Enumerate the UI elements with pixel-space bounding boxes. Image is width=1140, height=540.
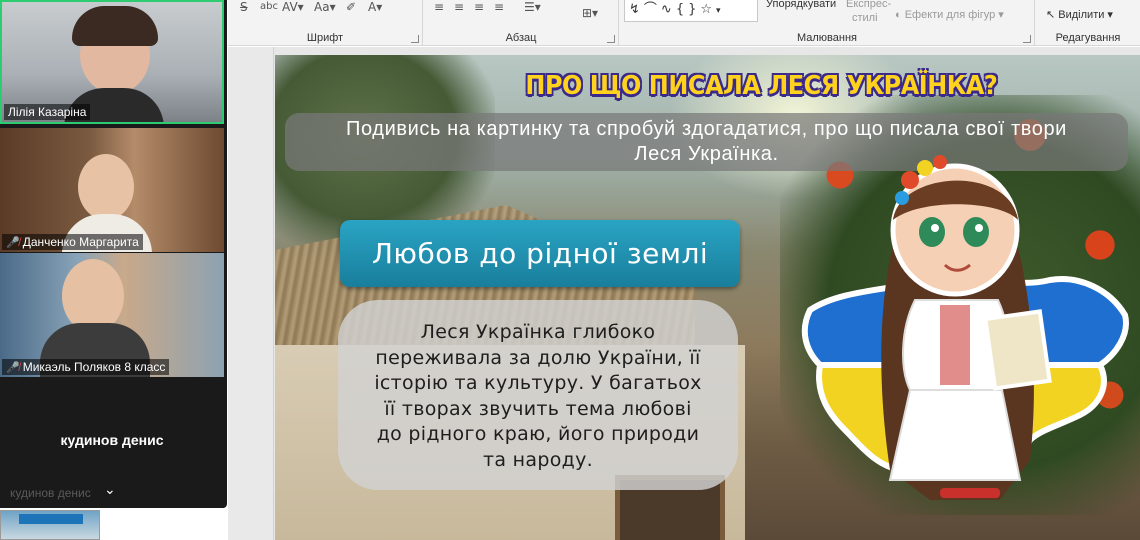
- clear-format-icon[interactable]: ✐: [346, 0, 356, 14]
- participant-face: [78, 154, 134, 220]
- description-line: історію та культуру. У багатьох: [374, 372, 702, 394]
- girl-with-ukraine-map-illustration[interactable]: [780, 140, 1140, 540]
- participant-face: [62, 259, 124, 333]
- ribbon: S̶ abc AV▾ Aa▾ ✐ A▾ Шрифт ≡ ≡ ≡ ≡ ☰▾ ⊞▾ …: [228, 0, 1140, 46]
- select-label: Виділити: [1058, 9, 1105, 21]
- participant-name-ghost: кудинов денис: [10, 486, 91, 500]
- arc-icon[interactable]: ⌒: [644, 2, 661, 17]
- arrange-button[interactable]: Упорядкувати: [766, 0, 836, 10]
- participant-name-bar: 🎤̸ Микаэль Поляков 8 класс: [2, 359, 170, 375]
- drawing-dialog-launcher-icon[interactable]: [1023, 35, 1031, 43]
- participant-hair: [72, 6, 158, 46]
- curve-icon[interactable]: ∿: [661, 2, 676, 17]
- chevron-down-icon[interactable]: ⌄: [104, 482, 116, 498]
- drawing-group-label: Малювання: [796, 32, 858, 44]
- paragraph-dialog-launcher-icon[interactable]: [607, 35, 615, 43]
- participant-tile[interactable]: 🎤̸ Микаэль Поляков 8 класс: [0, 253, 224, 377]
- quick-styles-label-2[interactable]: стилі: [852, 12, 878, 24]
- select-button[interactable]: ↖ Виділити ▾: [1046, 8, 1113, 21]
- participant-name-bar: 🎤̸ Данченко Маргарита: [2, 234, 143, 250]
- participant-name: Данченко Маргарита: [22, 235, 139, 249]
- description-textbox[interactable]: Леся Українка глибоко переживала за долю…: [338, 300, 738, 490]
- freeform-icon[interactable]: ↯: [629, 2, 644, 17]
- brace-right-icon[interactable]: }: [688, 2, 700, 17]
- shapes-gallery[interactable]: ↯⌒∿{}☆▾: [624, 0, 758, 22]
- char-spacing-icon[interactable]: AV▾: [282, 0, 304, 14]
- font-dialog-launcher-icon[interactable]: [411, 35, 419, 43]
- shape-effects-label: Ефекти для фігур: [904, 9, 996, 21]
- participant-name: кудинов денис: [60, 432, 164, 448]
- font-color-icon[interactable]: A▾: [368, 0, 382, 14]
- topic-textbox[interactable]: Любов до рідної землі: [340, 220, 740, 287]
- shape-effects-icon: ◐: [895, 9, 905, 21]
- participant-tile[interactable]: Лілія Казаріна: [0, 0, 224, 124]
- description-line: переживала за долю України, її: [375, 346, 701, 369]
- editing-group-label: Редагування: [1055, 32, 1121, 44]
- font-case-icon[interactable]: Aa▾: [314, 0, 336, 14]
- slide-thumbnail[interactable]: [0, 510, 100, 540]
- strikethrough-icon[interactable]: S̶: [240, 0, 248, 14]
- screen: S̶ abc AV▾ Aa▾ ✐ A▾ Шрифт ≡ ≡ ≡ ≡ ☰▾ ⊞▾ …: [0, 0, 1140, 540]
- editing-group: ↖ Виділити ▾ Редагування: [1036, 0, 1140, 46]
- slide[interactable]: ПРО ЩО ПИСАЛА ЛЕСЯ УКРАЇНКА? Подивись на…: [275, 55, 1140, 540]
- paragraph-group: ≡ ≡ ≡ ≡ ☰▾ ⊞▾ Абзац: [424, 0, 619, 46]
- mic-off-icon: 🎤̸: [6, 362, 20, 374]
- paragraph-group-label: Абзац: [505, 32, 537, 44]
- align-center-icon[interactable]: ≡: [454, 0, 464, 14]
- description-line: до рідного краю, його природи: [376, 423, 700, 445]
- smartart-icon[interactable]: ⊞▾: [582, 6, 598, 20]
- shape-effects-button[interactable]: ◐ Ефекти для фігур ▾: [895, 8, 1004, 21]
- slide-title[interactable]: ПРО ЩО ПИСАЛА ЛЕСЯ УКРАЇНКА?: [525, 71, 997, 101]
- girl-figure: [881, 155, 1052, 500]
- description-line: Леся Українка глибоко: [420, 321, 656, 343]
- align-left-icon[interactable]: ≡: [434, 0, 444, 14]
- description-line: та народу.: [483, 448, 593, 471]
- quick-styles-label-1[interactable]: Експрес-: [846, 0, 891, 10]
- prompt-line-1: Подивись на картинку та спробуй здогадат…: [346, 118, 1067, 140]
- slide-thumbnail-strip[interactable]: [228, 47, 274, 540]
- mic-off-icon: 🎤̸: [6, 237, 20, 249]
- columns-icon[interactable]: ☰▾: [524, 0, 541, 14]
- participant-name: Микаэль Поляков 8 класс: [22, 360, 166, 374]
- justify-icon[interactable]: ≡: [494, 0, 504, 14]
- font-group-label: Шрифт: [306, 32, 344, 44]
- participant-tile[interactable]: 🎤̸ Данченко Маргарита: [0, 128, 224, 252]
- description-line: її творах звучить тема любові: [384, 397, 692, 420]
- participant-tile-camera-off[interactable]: кудинов денис кудинов денис ⌄: [0, 380, 224, 508]
- drawing-group: ↯⌒∿{}☆▾ Упорядкувати Експрес- стилі ◐ Еф…: [620, 0, 1035, 46]
- brace-left-icon[interactable]: {: [676, 2, 688, 17]
- text-shadow-icon[interactable]: abc: [260, 0, 278, 14]
- font-group: S̶ abc AV▾ Aa▾ ✐ A▾ Шрифт: [228, 0, 423, 46]
- align-right-icon[interactable]: ≡: [474, 0, 484, 14]
- star-shape-icon[interactable]: ☆: [700, 2, 716, 17]
- video-call-panel: Лілія Казаріна 🎤̸ Данченко Маргарита 🎤̸ Ми…: [0, 0, 227, 508]
- slide-thumbnail-title-bar: [19, 514, 83, 524]
- cursor-icon: ↖: [1046, 9, 1059, 21]
- participant-name: Лілія Казаріна: [4, 104, 91, 120]
- gallery-more-icon[interactable]: ▾: [716, 6, 725, 16]
